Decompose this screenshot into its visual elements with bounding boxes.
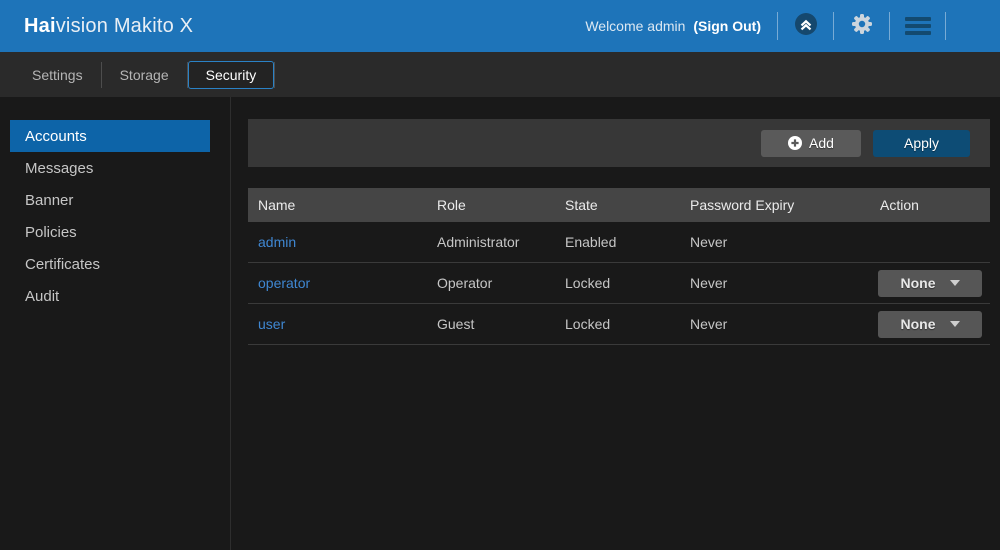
cell-state: Enabled [555,234,680,250]
apply-button[interactable]: Apply [873,130,970,157]
table-row: operator Operator Locked Never None [248,263,990,304]
cell-action: None [870,270,990,297]
sidebar-item-certificates[interactable]: Certificates [0,248,230,280]
page-body: Accounts Messages Banner Policies Certif… [0,97,1000,550]
sidebar-item-accounts[interactable]: Accounts [10,120,210,152]
add-button-label: Add [809,135,834,151]
accounts-table: Name Role State Password Expiry Action a… [248,188,990,345]
sidebar-item-audit[interactable]: Audit [0,280,230,312]
add-plus-icon [788,136,802,150]
column-header-role: Role [427,197,555,213]
cell-role: Administrator [427,234,555,250]
brand-bold: Hai [24,15,56,37]
action-dropdown-user[interactable]: None [878,311,982,338]
main-tabbar: Settings Storage Security [0,52,1000,97]
welcome-text: Welcome admin (Sign Out) [585,18,761,34]
action-dropdown-value: None [901,316,936,332]
settings-gear-button[interactable] [834,0,889,52]
account-link-operator[interactable]: operator [258,275,310,291]
cell-state: Locked [555,316,680,332]
hamburger-menu-icon [905,14,931,38]
header-spacer [946,0,1000,52]
tab-settings[interactable]: Settings [14,61,101,89]
gear-icon [850,12,874,41]
table-row: user Guest Locked Never None [248,304,990,345]
sidebar-item-messages[interactable]: Messages [0,152,230,184]
cell-password-expiry: Never [680,316,870,332]
menu-button[interactable] [890,0,945,52]
action-dropdown-value: None [901,275,936,291]
table-row: admin Administrator Enabled Never [248,222,990,263]
tab-storage[interactable]: Storage [102,61,187,89]
welcome-label: Welcome admin [585,18,685,34]
accounts-toolbar: Add Apply [248,119,990,167]
column-header-action: Action [870,197,990,213]
caret-down-icon [950,321,960,327]
column-header-name: Name [248,197,427,213]
cell-password-expiry: Never [680,234,870,250]
tab-divider [274,62,275,88]
haivision-mark-icon [795,13,817,40]
action-dropdown-operator[interactable]: None [878,270,982,297]
brand-rest: vision Makito X [56,15,194,37]
account-link-admin[interactable]: admin [258,234,296,250]
accounts-panel: Add Apply Name Role State Password Expir… [231,97,1000,550]
cell-role: Guest [427,316,555,332]
security-sidebar: Accounts Messages Banner Policies Certif… [0,97,231,550]
add-button[interactable]: Add [761,130,861,157]
column-header-password-expiry: Password Expiry [680,197,870,213]
sidebar-item-policies[interactable]: Policies [0,216,230,248]
table-header-row: Name Role State Password Expiry Action [248,188,990,222]
cell-role: Operator [427,275,555,291]
haivision-mark-button[interactable] [778,0,833,52]
apply-button-label: Apply [904,135,939,151]
cell-password-expiry: Never [680,275,870,291]
app-logo: Haivision Makito X [24,15,193,38]
header-right-group: Welcome admin (Sign Out) [585,0,1000,52]
sidebar-item-banner[interactable]: Banner [0,184,230,216]
app-header: Haivision Makito X Welcome admin (Sign O… [0,0,1000,52]
tab-security[interactable]: Security [188,61,275,89]
column-header-state: State [555,197,680,213]
cell-state: Locked [555,275,680,291]
caret-down-icon [950,280,960,286]
sign-out-link[interactable]: (Sign Out) [693,18,761,34]
account-link-user[interactable]: user [258,316,285,332]
cell-action: None [870,311,990,338]
